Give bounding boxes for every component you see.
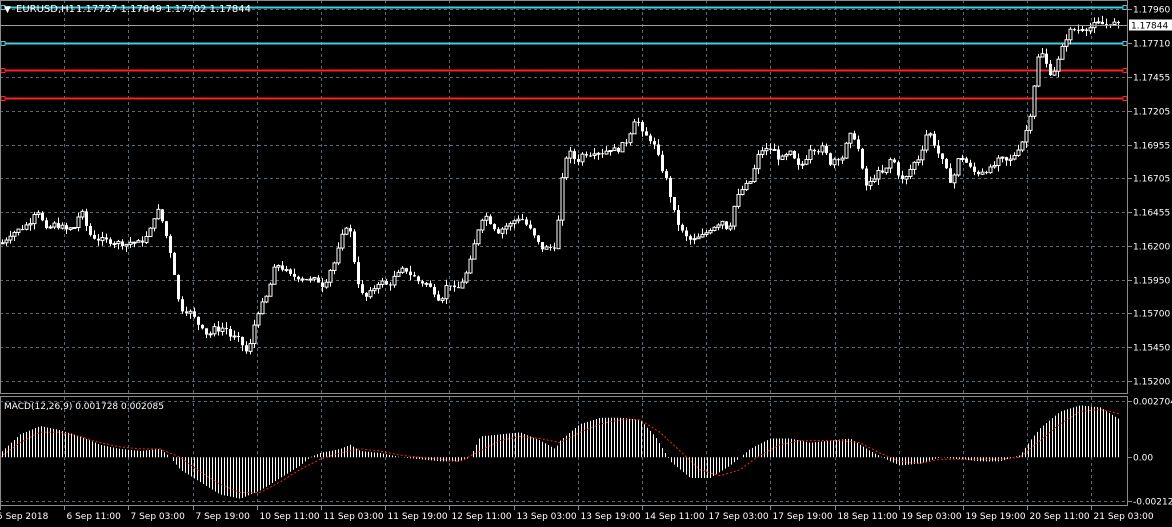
price-tick-label: 1.17960 [1133, 6, 1170, 16]
candle [673, 196, 676, 212]
candle [861, 147, 864, 170]
candle [344, 226, 349, 236]
time-tick-label: 13 Sep 19:00 [581, 512, 641, 522]
time-tick-label: 13 Sep 03:00 [517, 512, 577, 522]
time-tick-label: 20 Sep 11:00 [1030, 512, 1090, 522]
symbol-label: EURUSD,H1 [16, 4, 75, 15]
candle [1032, 85, 1037, 120]
candle [1060, 43, 1065, 60]
price-tick-label: 1.17205 [1133, 108, 1170, 118]
candle [712, 226, 717, 232]
candle [165, 220, 168, 239]
candle [556, 215, 561, 250]
time-tick-label: 19 Sep 19:00 [966, 512, 1026, 522]
candle [264, 295, 269, 304]
time-tick-label: 10 Sep 11:00 [260, 512, 320, 522]
time-tick-label: 11 Sep 03:00 [324, 512, 384, 522]
macd-tick-label: 0.00 [1133, 454, 1153, 464]
candle [748, 181, 753, 185]
candle [173, 251, 176, 275]
candle [560, 172, 565, 226]
price-tick-label: 1.17710 [1133, 40, 1170, 50]
price-tick-label: 1.16705 [1133, 175, 1170, 185]
candle [177, 274, 180, 302]
candle [353, 229, 356, 265]
time-tick-label: 5 Sep 2018 [0, 512, 49, 522]
candle [1020, 140, 1025, 153]
candle [1028, 113, 1033, 134]
price-tick-label: 1.15450 [1133, 344, 1170, 354]
candle [564, 156, 569, 181]
candle [788, 150, 793, 156]
candle [476, 229, 481, 246]
chart-window[interactable]: ▼ EURUSD,H1 1.17727 1.17849 1.17702 1.17… [0, 0, 1172, 527]
macd-tick-label: 0.002704 [1133, 398, 1172, 408]
time-tick-label: 7 Sep 19:00 [196, 512, 251, 522]
price-tick-label: 1.15950 [1133, 277, 1170, 287]
candle [732, 205, 737, 230]
time-tick-label: 21 Sep 03:00 [1094, 512, 1154, 522]
price-tick-label: 1.17455 [1133, 74, 1170, 84]
candle [72, 226, 77, 230]
candle [268, 282, 273, 297]
ohlc-readout: 1.17727 1.17849 1.17702 1.17844 [76, 4, 251, 15]
price-tick-label: 1.16200 [1133, 243, 1170, 253]
candle [464, 270, 469, 284]
candle [725, 220, 728, 230]
candle [272, 264, 277, 285]
candle [793, 150, 796, 160]
price-tick-label: 1.16955 [1133, 142, 1170, 152]
candle [956, 158, 961, 177]
time-tick-label: 6 Sep 11:00 [67, 512, 122, 522]
candle [620, 142, 625, 153]
price-tick-label: 1.15200 [1133, 378, 1170, 388]
timeframe-dropdown-icon[interactable]: ▼ [4, 5, 11, 15]
candle [256, 311, 261, 328]
time-tick-label: 12 Sep 11:00 [452, 512, 512, 522]
price-tick-label: 1.15700 [1133, 310, 1170, 320]
price-tick-label: 1.16455 [1133, 209, 1170, 219]
candle [148, 227, 153, 237]
time-tick-label: 19 Sep 03:00 [902, 512, 962, 522]
current-price-label: 1.17844 [1131, 22, 1168, 32]
time-tick-label: 11 Sep 19:00 [388, 512, 448, 522]
time-tick-label: 18 Sep 11:00 [838, 512, 898, 522]
candle [161, 209, 164, 223]
candle [829, 152, 832, 166]
candle [945, 157, 948, 169]
macd-label: MACD(12,26,9) 0.001728 0.002085 [4, 402, 164, 412]
candle [1036, 53, 1041, 88]
time-tick-label: 7 Sep 03:00 [131, 512, 186, 522]
candle [844, 141, 849, 159]
time-tick-label: 17 Sep 03:00 [709, 512, 769, 522]
time-tick-label: 17 Sep 19:00 [773, 512, 833, 522]
time-tick-label: 14 Sep 11:00 [645, 512, 705, 522]
candle [305, 278, 308, 281]
macd-tick-label: -0.002123 [1133, 498, 1172, 508]
